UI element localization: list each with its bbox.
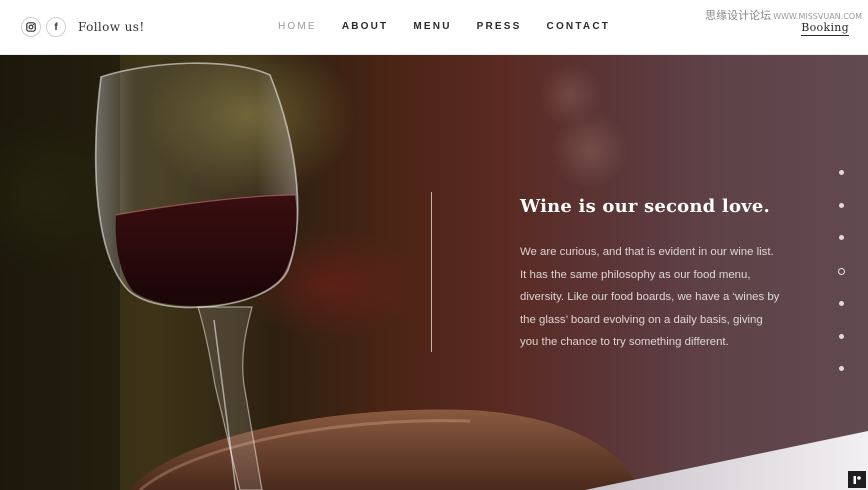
nav-about[interactable]: ABOUT: [342, 21, 389, 32]
facebook-button[interactable]: f: [46, 17, 66, 37]
instagram-icon: [26, 22, 36, 32]
slide-dot-4-active[interactable]: [837, 267, 845, 275]
booking-link[interactable]: Booking: [801, 21, 849, 36]
slide-dots: [837, 170, 845, 399]
slide-dot-6[interactable]: [838, 333, 844, 339]
slide-dot-5[interactable]: [838, 301, 844, 306]
nav-menu[interactable]: MENU: [413, 21, 451, 32]
main-nav: HOME ABOUT MENU PRESS CONTACT: [278, 21, 635, 32]
follow-us-label: Follow us!: [78, 20, 145, 34]
watermark-url: WWW.MISSVUAN.COM: [773, 12, 862, 21]
hero-title: Wine is our second love.: [520, 196, 770, 217]
body-line: diversity. Like our food boards, we have…: [520, 291, 780, 303]
facebook-icon: f: [54, 21, 58, 33]
body-line: the glass’ board evolving on a daily bas…: [520, 313, 763, 326]
hero-section: Wine is our second love. We are curious,…: [0, 55, 868, 490]
slide-dot-3[interactable]: [838, 235, 844, 240]
nav-home[interactable]: HOME: [278, 21, 317, 32]
watermark-cn: 思缘设计论坛: [705, 9, 772, 22]
pause-icon: [853, 475, 861, 484]
social-links: f Follow us!: [21, 17, 145, 37]
nav-contact[interactable]: CONTACT: [547, 21, 611, 32]
body-line: It has the same philosophy as our food m…: [520, 268, 751, 281]
body-line: you the chance to try something differen…: [520, 336, 729, 348]
hero-body-text: We are curious, and that is evident in o…: [520, 241, 820, 354]
vertical-divider: [431, 192, 432, 352]
body-line: We are curious, and that is evident in o…: [520, 246, 774, 258]
site-header: f Follow us! HOME ABOUT MENU PRESS CONTA…: [0, 0, 868, 55]
slide-dot-2[interactable]: [838, 202, 844, 208]
corner-badge-button[interactable]: [848, 471, 866, 488]
nav-press[interactable]: PRESS: [477, 21, 522, 32]
slide-dot-1[interactable]: [838, 170, 844, 175]
instagram-button[interactable]: [21, 17, 41, 37]
slide-dot-7[interactable]: [838, 366, 844, 371]
